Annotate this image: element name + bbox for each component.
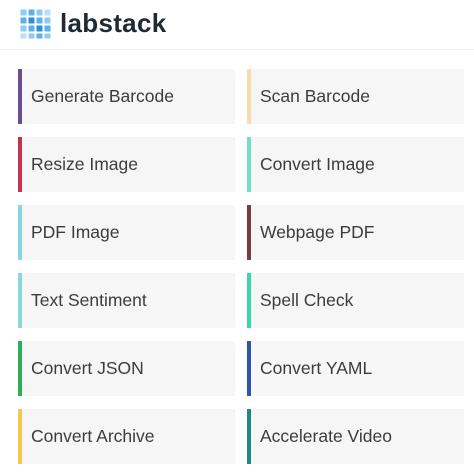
- tool-accent-bar: [247, 409, 251, 464]
- tool-label: Accelerate Video: [260, 426, 392, 446]
- tool-accent-bar: [247, 137, 251, 192]
- tool-card-convert-archive[interactable]: Convert Archive: [18, 409, 235, 464]
- tool-card-convert-json[interactable]: Convert JSON: [18, 341, 235, 396]
- tool-card-convert-image[interactable]: Convert Image: [247, 137, 464, 192]
- tool-label: Resize Image: [31, 154, 138, 174]
- tool-accent-bar: [18, 273, 22, 328]
- cube-grid-icon: [18, 6, 52, 40]
- tool-accent-bar: [247, 205, 251, 260]
- tool-card-spell-check[interactable]: Spell Check: [247, 273, 464, 328]
- tool-label: Convert Archive: [31, 426, 155, 446]
- tool-card-webpage-pdf[interactable]: Webpage PDF: [247, 205, 464, 260]
- tool-accent-bar: [18, 341, 22, 396]
- tool-card-resize-image[interactable]: Resize Image: [18, 137, 235, 192]
- tool-accent-bar: [247, 273, 251, 328]
- tool-label: Convert YAML: [260, 358, 373, 378]
- tool-accent-bar: [18, 205, 22, 260]
- tool-card-pdf-image[interactable]: PDF Image: [18, 205, 235, 260]
- tool-card-convert-yaml[interactable]: Convert YAML: [247, 341, 464, 396]
- tool-accent-bar: [247, 69, 251, 124]
- tool-label: Generate Barcode: [31, 86, 175, 106]
- brand-name: labstack: [60, 8, 167, 38]
- tool-accent-bar: [18, 409, 22, 464]
- tool-accent-bar: [18, 69, 22, 124]
- brand-logo[interactable]: labstack: [18, 6, 166, 40]
- tool-card-scan-barcode[interactable]: Scan Barcode: [247, 69, 464, 124]
- tool-card-accelerate-video[interactable]: Accelerate Video: [247, 409, 464, 464]
- tool-label: PDF Image: [31, 222, 120, 242]
- tool-label: Convert Image: [260, 154, 375, 174]
- top-header: labstack: [0, 0, 474, 50]
- tool-card-generate-barcode[interactable]: Generate Barcode: [18, 69, 235, 124]
- tool-accent-bar: [18, 137, 22, 192]
- tool-accent-bar: [247, 341, 251, 396]
- tool-label: Scan Barcode: [260, 86, 370, 106]
- tool-card-text-sentiment[interactable]: Text Sentiment: [18, 273, 235, 328]
- tool-label: Text Sentiment: [31, 290, 147, 310]
- tool-label: Webpage PDF: [260, 222, 375, 242]
- tool-label: Convert JSON: [31, 358, 144, 378]
- tool-label: Spell Check: [260, 290, 354, 310]
